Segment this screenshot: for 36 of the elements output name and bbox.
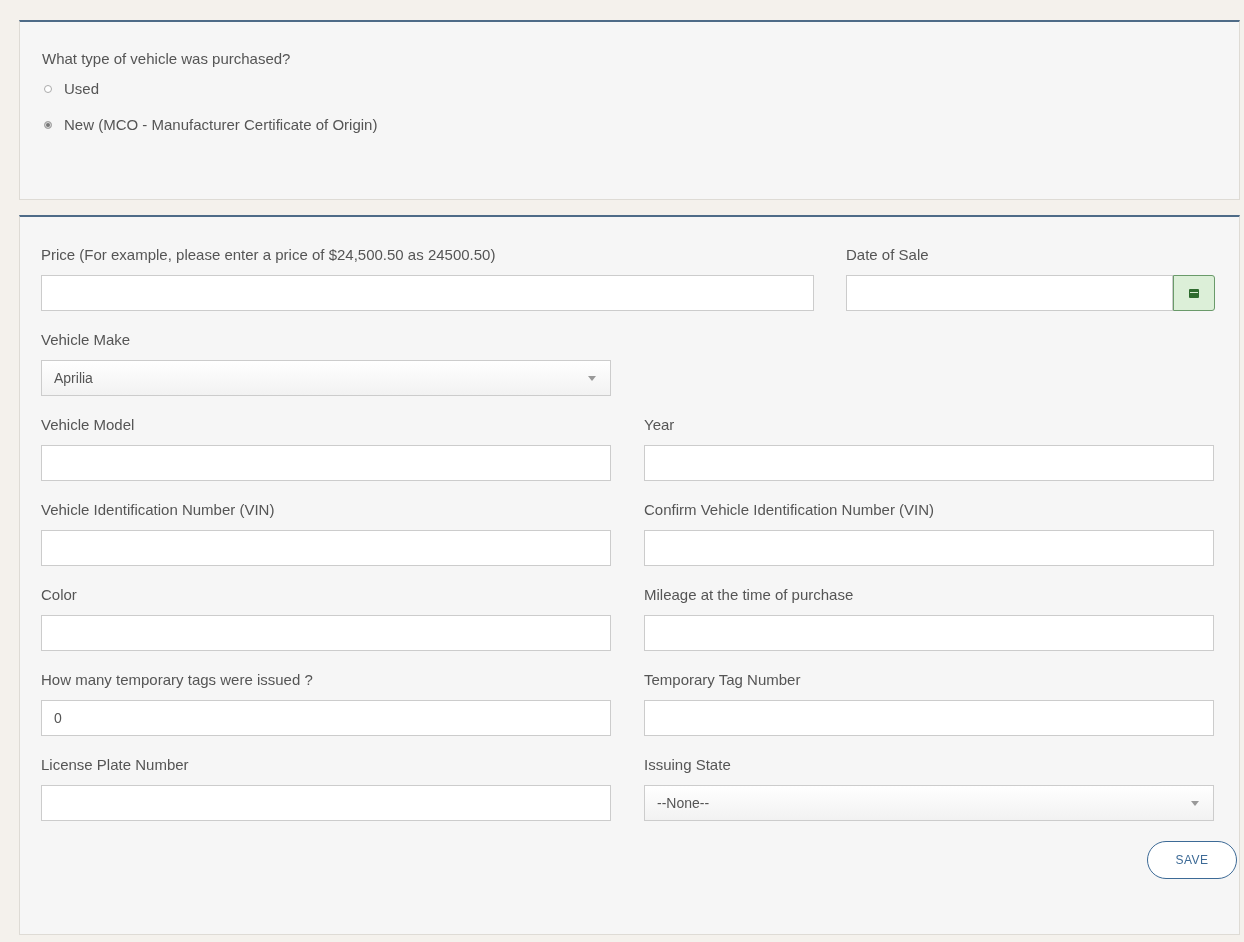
field-label: License Plate Number (41, 756, 190, 774)
field-label: Vehicle Model (41, 416, 136, 434)
field-label: Temporary Tag Number (644, 671, 802, 689)
caret-icon (588, 375, 596, 381)
input-field[interactable]: 0 (41, 700, 611, 736)
radio-button[interactable] (44, 120, 52, 129)
date-field[interactable] (846, 275, 1173, 311)
radio-label[interactable]: New (MCO - Manufacturer Certificate of Origin) (64, 116, 378, 133)
input-field[interactable] (644, 445, 1214, 481)
input-field[interactable] (644, 615, 1214, 651)
field-label: Issuing State (644, 756, 732, 774)
field-label: Year (644, 416, 676, 434)
input-field[interactable] (41, 785, 611, 821)
save-button[interactable]: SAVE (1147, 841, 1237, 879)
dropdown[interactable]: --None-- (644, 785, 1214, 821)
input-field[interactable] (41, 615, 611, 651)
field-label: Vehicle Identification Number (VIN) (41, 501, 276, 519)
radio-button[interactable] (44, 84, 52, 93)
field-label: Vehicle Make (41, 331, 132, 349)
radio-label[interactable]: Used (64, 80, 100, 97)
field-label: Confirm Vehicle Identification Number (VIN) (644, 501, 936, 519)
input-field[interactable] (644, 700, 1214, 736)
question-text: What type of vehicle was purchased? (42, 50, 292, 67)
calendar-icon (1189, 288, 1199, 298)
input-field[interactable] (644, 530, 1214, 566)
input-field[interactable] (41, 445, 611, 481)
field-label: Color (41, 586, 78, 604)
field-label: Mileage at the time of purchase (644, 586, 855, 604)
field-label: How many temporary tags were issued ? (41, 671, 314, 689)
dropdown[interactable]: Aprilia (41, 360, 611, 396)
calendar-button[interactable] (1173, 275, 1215, 311)
field-label: Price (For example, please enter a price of $24,500.50 as 24500.50) (41, 246, 497, 264)
input-field[interactable] (41, 530, 611, 566)
field-label: Date of Sale (846, 246, 930, 264)
caret-icon (1191, 800, 1199, 806)
input-field[interactable] (41, 275, 814, 311)
